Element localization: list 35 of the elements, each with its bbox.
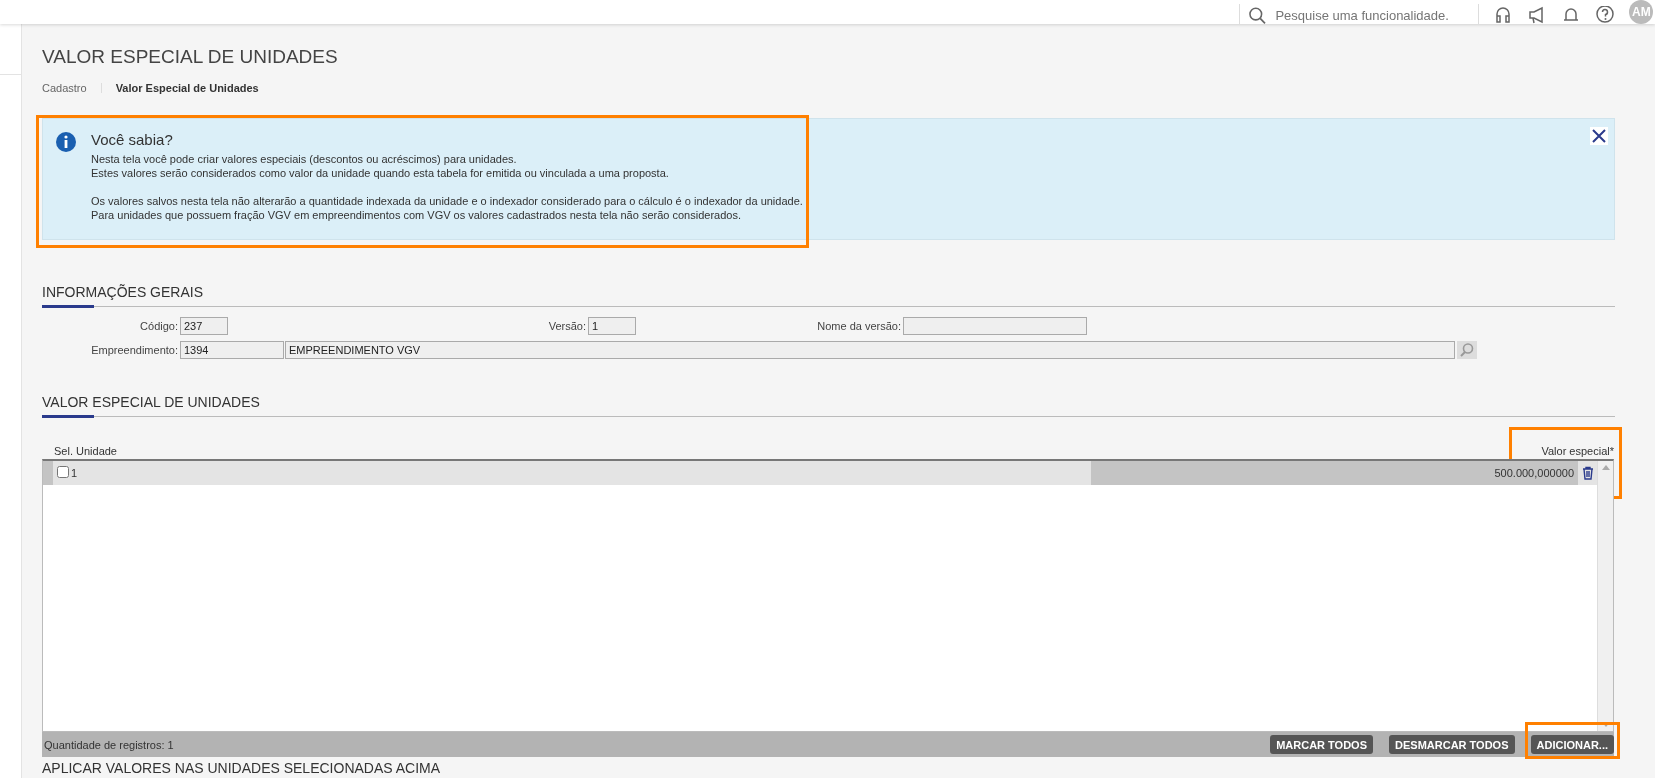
page-title: VALOR ESPECIAL DE UNIDADES: [42, 46, 339, 68]
search-field[interactable]: Pesquise uma funcionalidade.: [1239, 4, 1479, 24]
column-header: Valor especial*: [1541, 445, 1614, 457]
headset-icon[interactable]: [1493, 6, 1513, 24]
close-button[interactable]: [1590, 127, 1608, 145]
help-icon[interactable]: [1595, 6, 1615, 24]
breadcrumb-item: Valor Especial de Unidades: [115, 82, 259, 94]
project-name-field[interactable]: EMPREENDIMENTO VGV: [285, 341, 1455, 359]
info-text: Os valores salvos nesta tela não alterarão a quantidade indexada da unidade e o indexador considerado para o cálculo é o indexador da unidade. Para unidades que possuem fração VGV em empreendimentos com VGV os valores cadastrados nesta tela não serão considerados.: [91, 194, 803, 222]
table-cell: 500.000,000000: [1091, 461, 1578, 485]
code-field[interactable]: 237: [180, 317, 228, 335]
info-icon: [55, 131, 77, 153]
row-checkbox[interactable]: [57, 466, 69, 478]
info-title: Você sabia?: [91, 131, 174, 148]
section-heading: VALOR ESPECIAL DE UNIDADES: [42, 394, 1615, 417]
project-code-field[interactable]: 1394: [180, 341, 284, 359]
record-count: Quantidade de registros: 1: [44, 738, 175, 751]
version-field[interactable]: 1: [588, 317, 636, 335]
field-label: Versão:: [547, 320, 586, 332]
column-header: Sel. Unidade: [54, 445, 117, 457]
section-heading: APLICAR VALORES NAS UNIDADES SELECIONADAS ACIMA: [42, 760, 442, 776]
info-text: Nesta tela você pode criar valores especiais (descontos ou acréscimos) para unidades. Estes valores serão considerados como valor da unidade quando esta tabela for emitida ou vinculada a uma proposta.: [91, 152, 670, 180]
section-heading: INFORMAÇÕES GERAIS: [42, 284, 1615, 307]
search-icon: [1248, 6, 1268, 24]
table-cell-text: 1: [71, 466, 79, 481]
action-button[interactable]: ADICIONAR...: [1530, 735, 1614, 754]
bell-icon[interactable]: [1561, 6, 1581, 24]
action-button[interactable]: MARCAR TODOS: [1270, 735, 1373, 754]
action-button[interactable]: DESMARCAR TODOS: [1389, 735, 1515, 754]
field-label: Nome da versão:: [816, 320, 901, 332]
version-name-field[interactable]: [903, 317, 1087, 335]
field-label: Empreendimento:: [90, 344, 178, 356]
field-label: Código:: [139, 320, 178, 332]
trash-icon[interactable]: [1581, 466, 1595, 480]
breadcrumb-item[interactable]: Cadastro: [42, 82, 87, 94]
